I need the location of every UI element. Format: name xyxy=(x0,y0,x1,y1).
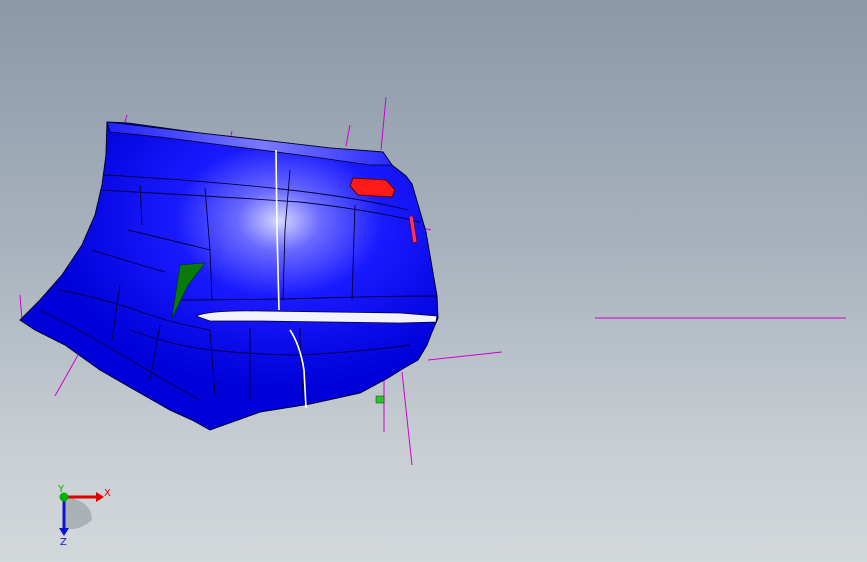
bumper-body-surface[interactable] xyxy=(19,121,439,431)
x-axis-arrowhead xyxy=(96,492,104,502)
model-canvas[interactable]: X Y Z xyxy=(0,0,867,562)
coordinate-triad[interactable]: X Y Z xyxy=(57,484,111,548)
z-axis-label: Z xyxy=(60,537,67,548)
y-axis-label: Y xyxy=(57,484,65,495)
z-axis-arrowhead xyxy=(59,528,69,536)
mounting-clip xyxy=(375,395,385,404)
triad-shadow-arc xyxy=(64,497,92,529)
x-axis-label: X xyxy=(104,488,111,499)
chrome-strip xyxy=(194,310,438,324)
bumper-part[interactable] xyxy=(19,121,439,431)
cad-3d-viewport[interactable]: X Y Z xyxy=(0,0,867,562)
